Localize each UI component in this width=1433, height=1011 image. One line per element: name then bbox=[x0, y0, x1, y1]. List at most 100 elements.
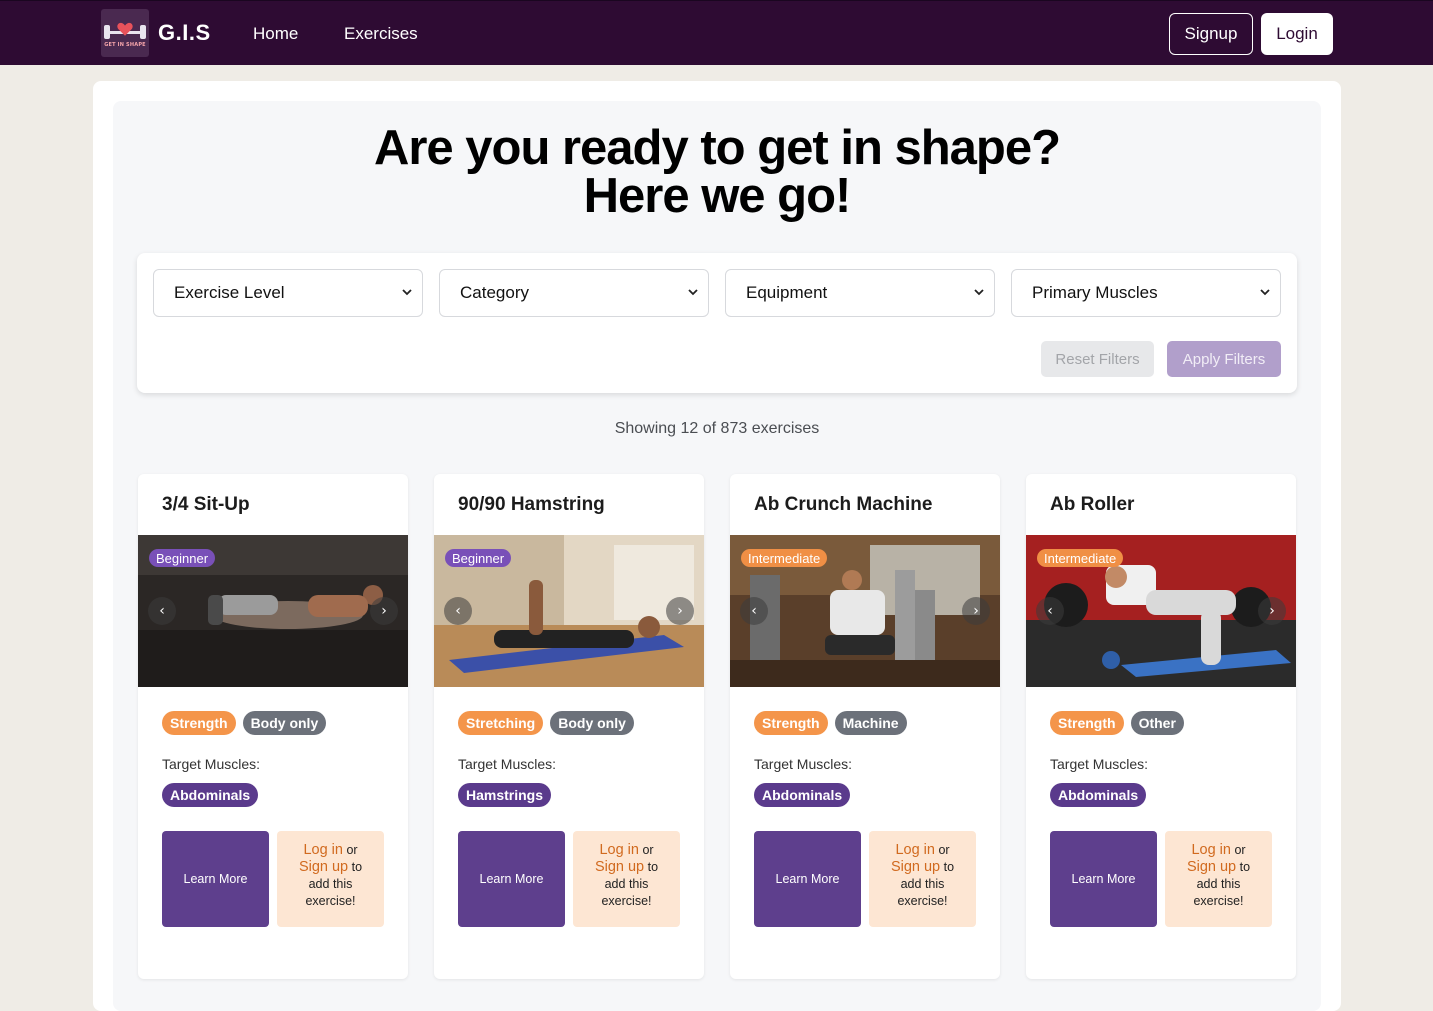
login-prompt: Log in or Sign up to add this exercise! bbox=[1165, 831, 1272, 927]
heart-icon bbox=[117, 22, 133, 36]
login-exercise-text: exercise! bbox=[305, 894, 356, 908]
sign-up-link[interactable]: Sign up bbox=[891, 859, 940, 875]
learn-more-button[interactable]: Learn More bbox=[1050, 831, 1157, 927]
card-title: Ab Roller bbox=[1050, 494, 1135, 515]
reset-filters-button[interactable]: Reset Filters bbox=[1041, 341, 1154, 377]
tag-row: Strength Machine bbox=[754, 711, 907, 735]
equipment-badge: Other bbox=[1130, 711, 1184, 735]
chevron-down-icon bbox=[974, 289, 984, 296]
chevron-down-icon bbox=[402, 289, 412, 296]
target-muscles-label: Target Muscles: bbox=[754, 756, 853, 772]
login-prompt: Log in or Sign up to add this exercise! bbox=[277, 831, 384, 927]
carousel-prev-icon[interactable]: ‹ bbox=[148, 597, 176, 625]
carousel-prev-icon[interactable]: ‹ bbox=[444, 597, 472, 625]
sign-up-link[interactable]: Sign up bbox=[299, 859, 348, 875]
carousel-prev-icon[interactable]: ‹ bbox=[1036, 597, 1064, 625]
card-title: 90/90 Hamstring bbox=[458, 494, 605, 515]
logo-text: GET IN SHAPE bbox=[104, 42, 146, 48]
level-badge: Beginner bbox=[445, 549, 512, 567]
category-badge: Strength bbox=[754, 711, 828, 735]
login-or-text: or bbox=[346, 843, 358, 857]
signup-button[interactable]: Signup bbox=[1169, 13, 1253, 55]
category-badge: Strength bbox=[162, 711, 236, 735]
category-select[interactable]: Category bbox=[439, 269, 709, 317]
tag-row: Strength Other bbox=[1050, 711, 1184, 735]
learn-more-button[interactable]: Learn More bbox=[754, 831, 861, 927]
results-count: Showing 12 of 873 exercises bbox=[614, 420, 820, 437]
login-or-text: or bbox=[938, 843, 950, 857]
brand[interactable]: GET IN SHAPE G.I.S bbox=[101, 9, 211, 57]
exercise-image-carousel[interactable]: Beginner ‹ › bbox=[138, 535, 408, 687]
tag-row: Stretching Body only bbox=[458, 711, 634, 735]
tag-row: Strength Body only bbox=[162, 711, 327, 735]
level-badge: Intermediate bbox=[741, 549, 828, 567]
apply-filters-button[interactable]: Apply Filters bbox=[1167, 341, 1281, 377]
target-muscles-label: Target Muscles: bbox=[1050, 756, 1149, 772]
nav-home-link[interactable]: Home bbox=[253, 24, 298, 44]
login-button[interactable]: Login bbox=[1261, 13, 1333, 55]
carousel-next-icon[interactable]: › bbox=[1258, 597, 1286, 625]
carousel-next-icon[interactable]: › bbox=[370, 597, 398, 625]
chevron-down-icon bbox=[688, 289, 698, 296]
navbar: GET IN SHAPE G.I.S Home Exercises Signup… bbox=[0, 0, 1433, 65]
log-in-link[interactable]: Log in bbox=[303, 842, 343, 858]
muscle-badge: Abdominals bbox=[1050, 783, 1147, 807]
login-add-text: add this bbox=[1196, 877, 1241, 891]
exercise-image-carousel[interactable]: Intermediate ‹ › bbox=[730, 535, 1000, 687]
exercise-card: Ab Crunch Machine Intermediate ‹ › Stren… bbox=[730, 474, 1000, 979]
login-add-text: add this bbox=[308, 877, 353, 891]
login-to-text: to bbox=[351, 860, 363, 874]
carousel-next-icon[interactable]: › bbox=[962, 597, 990, 625]
login-or-text: or bbox=[642, 843, 654, 857]
login-prompt: Log in or Sign up to add this exercise! bbox=[573, 831, 680, 927]
login-add-text: add this bbox=[900, 877, 945, 891]
exercise-image-carousel[interactable]: Intermediate ‹ › bbox=[1026, 535, 1296, 687]
category-badge: Strength bbox=[1050, 711, 1124, 735]
hero-line-2: Here we go! bbox=[583, 169, 852, 223]
exercise-level-select[interactable]: Exercise Level bbox=[153, 269, 423, 317]
carousel-prev-icon[interactable]: ‹ bbox=[740, 597, 768, 625]
log-in-link[interactable]: Log in bbox=[1191, 842, 1231, 858]
login-add-text: add this bbox=[604, 877, 649, 891]
learn-more-button[interactable]: Learn More bbox=[162, 831, 269, 927]
login-to-text: to bbox=[943, 860, 955, 874]
sign-up-link[interactable]: Sign up bbox=[595, 859, 644, 875]
exercise-image-carousel[interactable]: Beginner ‹ › bbox=[434, 535, 704, 687]
exercise-card: 90/90 Hamstring Beginner ‹ › Stretching … bbox=[434, 474, 704, 979]
primary-muscles-select[interactable]: Primary Muscles bbox=[1011, 269, 1281, 317]
target-muscles-label: Target Muscles: bbox=[162, 756, 261, 772]
category-badge: Stretching bbox=[458, 711, 544, 735]
logo: GET IN SHAPE bbox=[101, 9, 149, 57]
card-title: 3/4 Sit-Up bbox=[162, 494, 250, 515]
muscle-badge: Abdominals bbox=[754, 783, 851, 807]
sign-up-link[interactable]: Sign up bbox=[1187, 859, 1236, 875]
category-select-value: Category bbox=[460, 283, 529, 302]
brand-name: G.I.S bbox=[158, 20, 211, 45]
primary-muscles-select-value: Primary Muscles bbox=[1032, 283, 1158, 302]
nav-exercises-link[interactable]: Exercises bbox=[344, 24, 418, 44]
equipment-select[interactable]: Equipment bbox=[725, 269, 995, 317]
card-title: Ab Crunch Machine bbox=[754, 494, 933, 515]
carousel-next-icon[interactable]: › bbox=[666, 597, 694, 625]
login-or-text: or bbox=[1234, 843, 1246, 857]
login-prompt: Log in or Sign up to add this exercise! bbox=[869, 831, 976, 927]
exercise-level-select-value: Exercise Level bbox=[174, 283, 285, 302]
muscle-badge: Abdominals bbox=[162, 783, 259, 807]
muscle-badge: Hamstrings bbox=[458, 783, 552, 807]
level-badge: Beginner bbox=[149, 549, 216, 567]
equipment-badge: Machine bbox=[834, 711, 907, 735]
log-in-link[interactable]: Log in bbox=[895, 842, 935, 858]
login-to-text: to bbox=[647, 860, 659, 874]
login-exercise-text: exercise! bbox=[601, 894, 652, 908]
log-in-link[interactable]: Log in bbox=[599, 842, 639, 858]
chevron-down-icon bbox=[1260, 289, 1270, 296]
learn-more-button[interactable]: Learn More bbox=[458, 831, 565, 927]
login-exercise-text: exercise! bbox=[897, 894, 948, 908]
login-exercise-text: exercise! bbox=[1193, 894, 1244, 908]
equipment-badge: Body only bbox=[550, 711, 634, 735]
exercise-card: 3/4 Sit-Up Beginner ‹ › Strength Body on… bbox=[138, 474, 408, 979]
target-muscles-label: Target Muscles: bbox=[458, 756, 557, 772]
level-badge: Intermediate bbox=[1037, 549, 1124, 567]
hero-line-1: Are you ready to get in shape? bbox=[373, 121, 1061, 175]
exercise-card: Ab Roller Intermediate ‹ › Strength Othe… bbox=[1026, 474, 1296, 979]
